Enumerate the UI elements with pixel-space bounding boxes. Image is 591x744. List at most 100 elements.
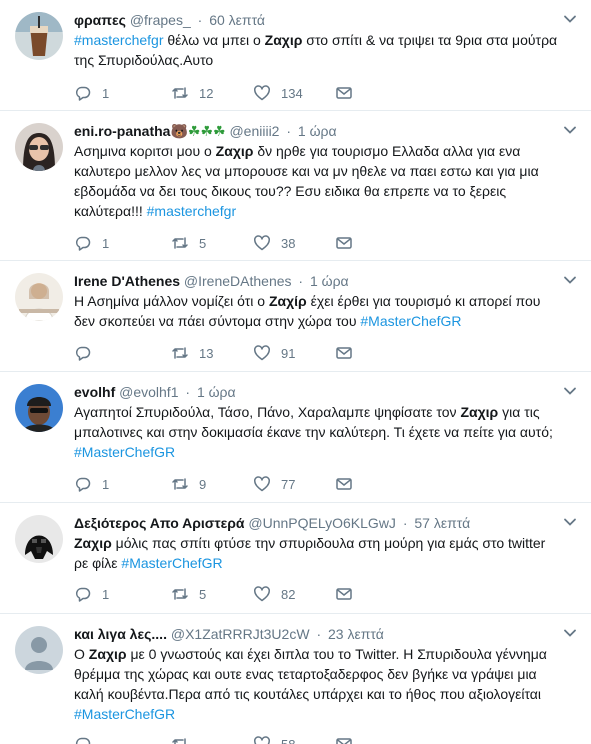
display-name[interactable]: Δεξιότερος Απο Αριστερά	[74, 515, 245, 531]
reply-icon	[75, 737, 91, 744]
user-handle[interactable]: @evolhf1	[119, 384, 178, 400]
direct-message-button[interactable]	[335, 475, 353, 493]
hashtag-link[interactable]: #MasterChefGR	[74, 706, 175, 722]
like-button[interactable]: 77	[253, 475, 335, 493]
like-button[interactable]: 82	[253, 585, 335, 603]
retweet-icon	[172, 738, 186, 744]
reply-button[interactable]	[74, 735, 171, 744]
user-handle[interactable]: @UnnPQELyO6KLGwJ	[248, 515, 396, 531]
tweet[interactable]: και λιγα λες.... @X1ZatRRRJt3U2cW · 23 λ…	[0, 614, 591, 744]
chevron-down-icon[interactable]	[563, 273, 577, 287]
text-segment: θέλω να μπει ο	[163, 32, 265, 48]
hashtag-link[interactable]: #MasterChefGR	[74, 444, 175, 460]
user-handle[interactable]: @X1ZatRRRJt3U2cW	[171, 626, 310, 642]
reply-button[interactable]: 1	[74, 475, 171, 493]
text-segment: στο σπίτι & να τριψει τα 9ρια στα μούτρα	[302, 32, 558, 48]
default-avatar[interactable]	[15, 626, 63, 674]
like-button[interactable]: 58	[253, 735, 335, 744]
direct-message-icon	[336, 87, 352, 99]
tweet[interactable]: Irene D'Athenes @IreneDAthenes · 1 ώρα Η…	[0, 261, 591, 372]
retweet-button[interactable]: 5	[171, 234, 253, 252]
direct-message-button[interactable]	[335, 735, 353, 744]
text-segment: Η Ασημίνα μάλλον νομίζει ότι ο	[74, 293, 269, 309]
user-handle[interactable]: @eniiii2	[229, 123, 279, 139]
reply-icon	[75, 86, 91, 101]
like-icon	[254, 586, 270, 602]
like-count: 134	[281, 85, 303, 101]
retweet-button[interactable]: 13	[171, 344, 253, 362]
like-button[interactable]: 38	[253, 234, 335, 252]
hashtag-link[interactable]: #masterchefgr	[74, 32, 163, 48]
woman-sunglasses-avatar[interactable]	[15, 123, 63, 171]
tweet-text: Ο Ζαχιρ με 0 γνωστούς και έχει διπλα του…	[74, 644, 574, 724]
timestamp[interactable]: 23 λεπτά	[328, 626, 384, 642]
tweet[interactable]: eni.ro-panatha🐻☘☘☘ @eniiii2 · 1 ώρα Ασημ…	[0, 111, 591, 261]
tweet-header: eni.ro-panatha🐻☘☘☘ @eniiii2 · 1 ώρα	[74, 123, 337, 139]
direct-message-icon	[336, 347, 352, 359]
reply-button[interactable]: 1	[74, 585, 171, 603]
direct-message-button[interactable]	[335, 344, 353, 362]
direct-message-icon	[336, 237, 352, 249]
tweet-text-line: Ασημινα κοριτσι μου ο Ζαχιρ δν ηρθε για …	[74, 141, 574, 161]
tweet-actions: 13 91	[74, 343, 353, 363]
user-handle[interactable]: @frapes_	[130, 12, 191, 28]
chevron-down-icon[interactable]	[563, 384, 577, 398]
display-name[interactable]: Irene D'Athenes	[74, 273, 180, 289]
reply-button[interactable]: 1	[74, 234, 171, 252]
text-segment: εβδομάδα να δει τους δικους του?? Εσυ ει…	[74, 183, 507, 199]
hashtag-link[interactable]: #masterchefgr	[147, 203, 236, 219]
tweet-text-line: της Σπυριδούλας.Αυτο	[74, 50, 574, 70]
display-name[interactable]: evolhf	[74, 384, 115, 400]
like-button[interactable]: 134	[253, 84, 335, 102]
timestamp[interactable]: 1 ώρα	[298, 123, 337, 139]
retweet-button[interactable]: 12	[171, 84, 253, 102]
retweet-button[interactable]: 9	[171, 475, 253, 493]
retweet-button[interactable]	[171, 735, 253, 744]
text-segment: καλυτερο μελλον λες να μπορουσε και να μ…	[74, 163, 539, 179]
tweet-header: Δεξιότερος Απο Αριστερά @UnnPQELyO6KLGwJ…	[74, 515, 471, 531]
timestamp[interactable]: 1 ώρα	[310, 273, 349, 289]
direct-message-button[interactable]	[335, 234, 353, 252]
timestamp[interactable]: 57 λεπτά	[414, 515, 470, 531]
like-button[interactable]: 91	[253, 344, 335, 362]
retweet-icon	[172, 478, 188, 490]
chevron-down-icon[interactable]	[563, 626, 577, 640]
display-name[interactable]: eni.ro-panatha	[74, 123, 170, 139]
tweet-header: φραπες @frapes_ · 60 λεπτά	[74, 12, 265, 28]
man-cap-avatar[interactable]	[15, 384, 63, 432]
timestamp[interactable]: 1 ώρα	[197, 384, 236, 400]
tweet[interactable]: Δεξιότερος Απο Αριστερά @UnnPQELyO6KLGwJ…	[0, 503, 591, 614]
tweet-text-line: καλή κουβέντα.Περα από τις κουτάλες υπάρ…	[74, 684, 574, 704]
like-icon	[254, 736, 270, 744]
tweet[interactable]: φραπες @frapes_ · 60 λεπτά #masterchefgr…	[0, 0, 591, 111]
text-segment: με 0 γνωστούς και έχει διπλα του το Twit…	[126, 646, 547, 662]
timestamp[interactable]: 60 λεπτά	[209, 12, 265, 28]
chevron-down-icon[interactable]	[563, 123, 577, 137]
darth-vader-avatar[interactable]	[15, 515, 63, 563]
text-segment: μόλις πας σπίτι φτύσε την σπυριδουλα στη…	[111, 535, 546, 551]
hashtag-link[interactable]: #MasterChefGR	[360, 313, 461, 329]
chevron-down-icon[interactable]	[563, 12, 577, 26]
tweet-text: Ζαχιρ μόλις πας σπίτι φτύσε την σπυριδου…	[74, 533, 574, 573]
woman-bright-avatar[interactable]	[15, 273, 63, 321]
like-count: 91	[281, 345, 296, 361]
chevron-down-icon[interactable]	[563, 515, 577, 529]
direct-message-button[interactable]	[335, 585, 353, 603]
reply-button[interactable]	[74, 344, 171, 362]
frappe-avatar[interactable]	[15, 12, 63, 60]
tweet-text-line: Η Ασημίνα μάλλον νομίζει ότι ο Ζαχίρ έχε…	[74, 291, 574, 311]
reply-button[interactable]: 1	[74, 84, 171, 102]
tweet[interactable]: evolhf @evolhf1 · 1 ώρα Αγαπητοί Σπυριδο…	[0, 372, 591, 503]
display-name[interactable]: φραπες	[74, 12, 126, 28]
tweet-actions: 58	[74, 734, 353, 744]
retweet-button[interactable]: 5	[171, 585, 253, 603]
reply-icon	[75, 236, 91, 251]
retweet-count: 9	[199, 476, 207, 492]
hashtag-link[interactable]: #MasterChefGR	[121, 555, 222, 571]
display-name[interactable]: και λιγα λες....	[74, 626, 167, 642]
tweet-text-line: εβδομάδα να δει τους δικους του?? Εσυ ει…	[74, 181, 574, 201]
retweet-count: 13	[199, 345, 214, 361]
user-handle[interactable]: @IreneDAthenes	[184, 273, 292, 289]
direct-message-button[interactable]	[335, 84, 353, 102]
text-segment: καλή κουβέντα.Περα από τις κουτάλες υπάρ…	[74, 686, 541, 702]
